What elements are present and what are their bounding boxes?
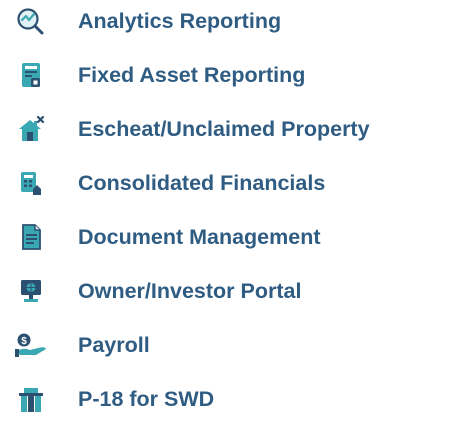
menu-item-label: Payroll [78,333,150,357]
analytics-icon [14,6,48,36]
consolidated-financials-icon [14,168,48,198]
menu-item-label: Fixed Asset Reporting [78,63,306,87]
portal-icon [14,276,48,306]
payroll-icon: $ [14,330,48,360]
menu-item-label: Document Management [78,225,321,249]
svg-text:$: $ [21,336,27,347]
menu-item-label: Analytics Reporting [78,9,282,33]
menu-item-label: Owner/Investor Portal [78,279,302,303]
document-icon [14,222,48,252]
p18-icon [14,384,48,414]
fixed-asset-icon [14,60,48,90]
menu-item-label: Consolidated Financials [78,171,326,195]
menu-item-label: P-18 for SWD [78,387,215,411]
escheat-property-icon [14,114,48,144]
menu-item-label: Escheat/Unclaimed Property [78,117,370,141]
